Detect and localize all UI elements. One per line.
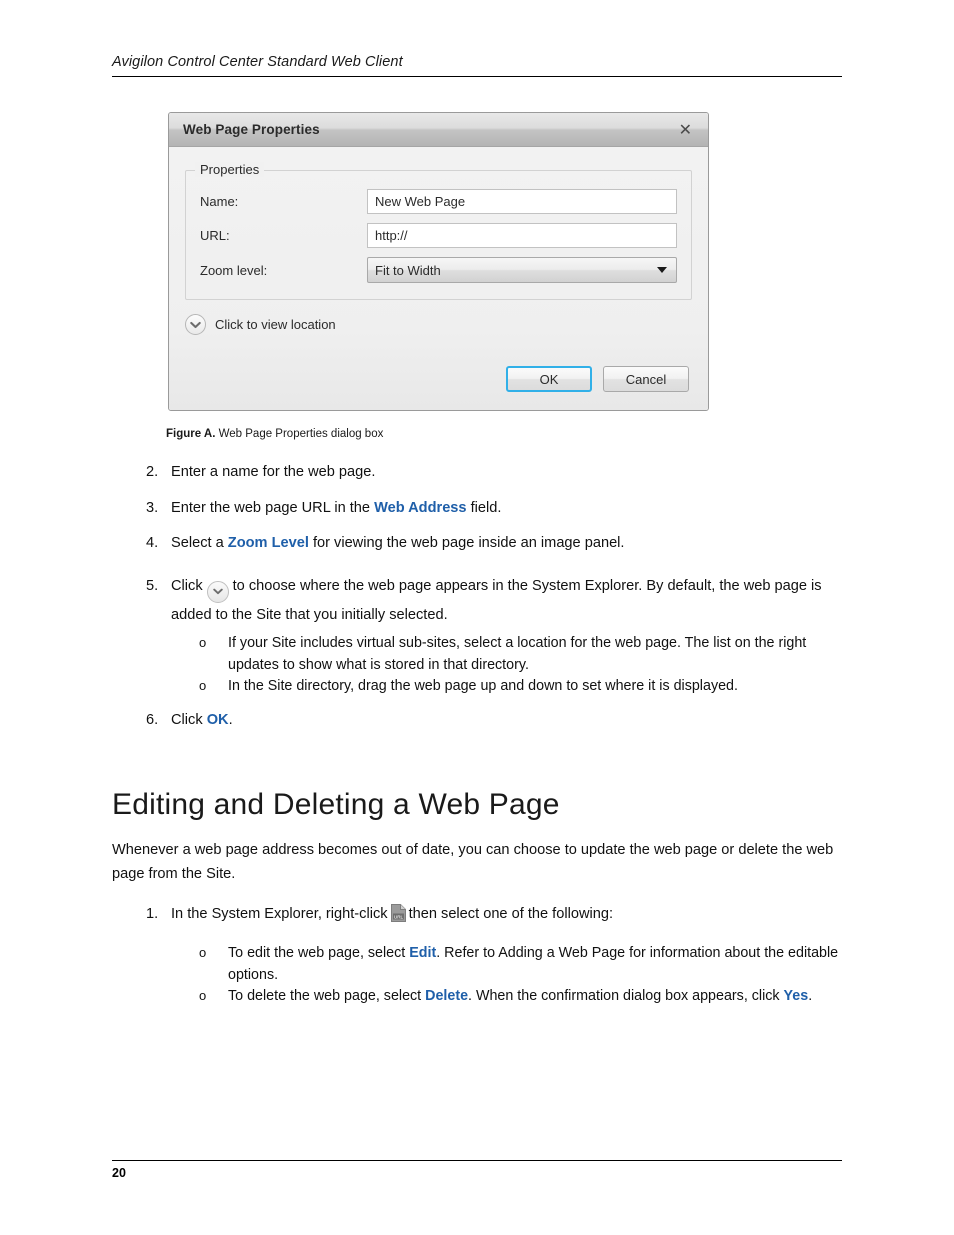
name-label: Name:: [200, 194, 239, 209]
url-input[interactable]: [367, 223, 677, 248]
list-item-edit-sub-1: o To edit the web page, select Edit. Ref…: [196, 942, 856, 986]
document-header: Avigilon Control Center Standard Web Cli…: [112, 54, 842, 77]
step-5-marker: 5.: [146, 578, 159, 594]
list-item-edit-step-1: 1. In the System Explorer, right-click UR…: [138, 902, 844, 926]
page-number: 20: [112, 1166, 126, 1180]
bullet-marker: o: [199, 945, 207, 960]
step-6-text-before: Click: [171, 712, 207, 728]
dialog-button-bar: OK Cancel: [506, 366, 689, 392]
close-icon[interactable]: ✕: [675, 120, 696, 140]
ok-button[interactable]: OK: [506, 366, 592, 392]
edit-sub-1-keyword: Edit: [409, 945, 437, 961]
step-3-marker: 3.: [146, 500, 159, 516]
step-4-text-after: for viewing the web page inside an image…: [308, 535, 625, 551]
web-page-properties-dialog-figure: Web Page Properties ✕ Properties Name: U…: [168, 112, 709, 411]
step-3-text: Enter the web page URL in the Web Addres…: [171, 496, 838, 520]
step-5-sub-1-text: If your Site includes virtual sub-sites,…: [228, 635, 807, 673]
figure-caption: Figure A. Web Page Properties dialog box: [166, 428, 383, 440]
step-2-text: Enter a name for the web page.: [171, 464, 376, 480]
edit-step-1-text-before: In the System Explorer, right-click: [171, 906, 388, 922]
figure-label: Figure A.: [166, 428, 216, 440]
bullet-marker: o: [199, 678, 207, 693]
groupbox-legend: Properties: [195, 162, 265, 177]
figure-caption-text: Web Page Properties dialog box: [218, 428, 384, 440]
edit-step-1-marker: 1.: [146, 906, 159, 922]
view-location-toggle[interactable]: Click to view location: [185, 314, 692, 335]
edit-sub-1-text: To edit the web page, select Edit. Refer…: [228, 942, 856, 986]
url-document-icon[interactable]: URL: [390, 904, 406, 922]
list-item-step-6: 6. Click OK.: [138, 708, 838, 732]
edit-sub-2-text-mid: . When the confirmation dialog box appea…: [468, 988, 784, 1004]
list-item-edit-sub-2: o To delete the web page, select Delete.…: [196, 985, 856, 1007]
zoom-level-value: Fit to Width: [375, 262, 441, 278]
chevron-down-icon: [657, 267, 667, 273]
chevron-down-circle-icon: [185, 314, 206, 335]
edit-sub-1-text-before: To edit the web page, select: [228, 945, 410, 961]
chevron-down-circle-icon[interactable]: [206, 580, 229, 603]
dialog-body: Properties Name: URL: Zoom level: Fit to…: [169, 147, 708, 410]
list-item-step-3: 3. Enter the web page URL in the Web Add…: [138, 496, 838, 520]
zoom-level-field-row: Zoom level: Fit to Width: [200, 257, 677, 283]
url-field-row: URL:: [200, 223, 677, 248]
dialog-title: Web Page Properties: [183, 122, 320, 137]
web-page-properties-dialog: Web Page Properties ✕ Properties Name: U…: [168, 112, 709, 411]
cancel-button[interactable]: Cancel: [603, 366, 689, 392]
step-4-text: Select a Zoom Level for viewing the web …: [171, 531, 838, 555]
bullet-marker: o: [199, 635, 207, 650]
header-rule: [112, 76, 842, 77]
step-6-text-after: .: [228, 712, 233, 728]
view-location-label: Click to view location: [215, 317, 336, 332]
step-5-text: Click to choose where the web page appear…: [171, 574, 844, 627]
document-page: Avigilon Control Center Standard Web Cli…: [0, 0, 954, 1235]
step-5-text-before: Click: [171, 578, 203, 594]
svg-text:URL: URL: [393, 914, 403, 919]
zoom-level-label: Zoom level:: [200, 262, 268, 278]
edit-sub-2-text: To delete the web page, select Delete. W…: [228, 985, 856, 1007]
page-title: Editing and Deleting a Web Page: [112, 788, 560, 822]
step-6-text: Click OK.: [171, 708, 838, 732]
step-3-text-before: Enter the web page URL in the: [171, 500, 375, 516]
list-item-step-2: 2. Enter a name for the web page.: [138, 460, 838, 484]
step-6-marker: 6.: [146, 712, 159, 728]
step-5-text-after: to choose where the web page appears in …: [171, 578, 822, 623]
edit-sub-2-text-before: To delete the web page, select: [228, 988, 426, 1004]
list-item-step-5: 5. Click to choose where the web page app…: [138, 574, 844, 627]
step-2-marker: 2.: [146, 464, 159, 480]
step-6-keyword: OK: [206, 712, 229, 728]
url-label: URL:: [200, 228, 230, 243]
bullet-marker: o: [199, 988, 207, 1003]
name-input[interactable]: [367, 189, 677, 214]
header-title: Avigilon Control Center Standard Web Cli…: [112, 54, 403, 70]
step-3-text-after: field.: [466, 500, 502, 516]
edit-sub-2-text-after: .: [808, 988, 813, 1004]
edit-step-1-text: In the System Explorer, right-click URL th…: [171, 902, 844, 926]
step-4-text-before: Select a: [171, 535, 228, 551]
properties-groupbox: Properties Name: URL: Zoom level: Fit to…: [185, 162, 692, 300]
zoom-level-select[interactable]: Fit to Width: [367, 257, 677, 283]
step-4-marker: 4.: [146, 535, 159, 551]
edit-sub-2-keyword-2: Yes: [783, 988, 809, 1004]
edit-step-1-text-after: then select one of the following:: [408, 906, 614, 922]
list-item-step-4: 4. Select a Zoom Level for viewing the w…: [138, 531, 838, 555]
section-paragraph: Whenever a web page address becomes out …: [112, 842, 834, 882]
edit-sub-2-keyword: Delete: [425, 988, 469, 1004]
dialog-titlebar: Web Page Properties ✕: [169, 113, 708, 147]
name-field-row: Name:: [200, 189, 677, 214]
list-item-step-5-sub-1: o If your Site includes virtual sub-site…: [196, 632, 846, 676]
list-item-step-5-sub-2: o In the Site directory, drag the web pa…: [196, 675, 846, 697]
document-footer: 20: [112, 1160, 842, 1180]
step-4-keyword: Zoom Level: [227, 535, 309, 551]
step-3-keyword: Web Address: [374, 500, 467, 516]
step-5-sub-2-text: In the Site directory, drag the web page…: [228, 678, 738, 694]
